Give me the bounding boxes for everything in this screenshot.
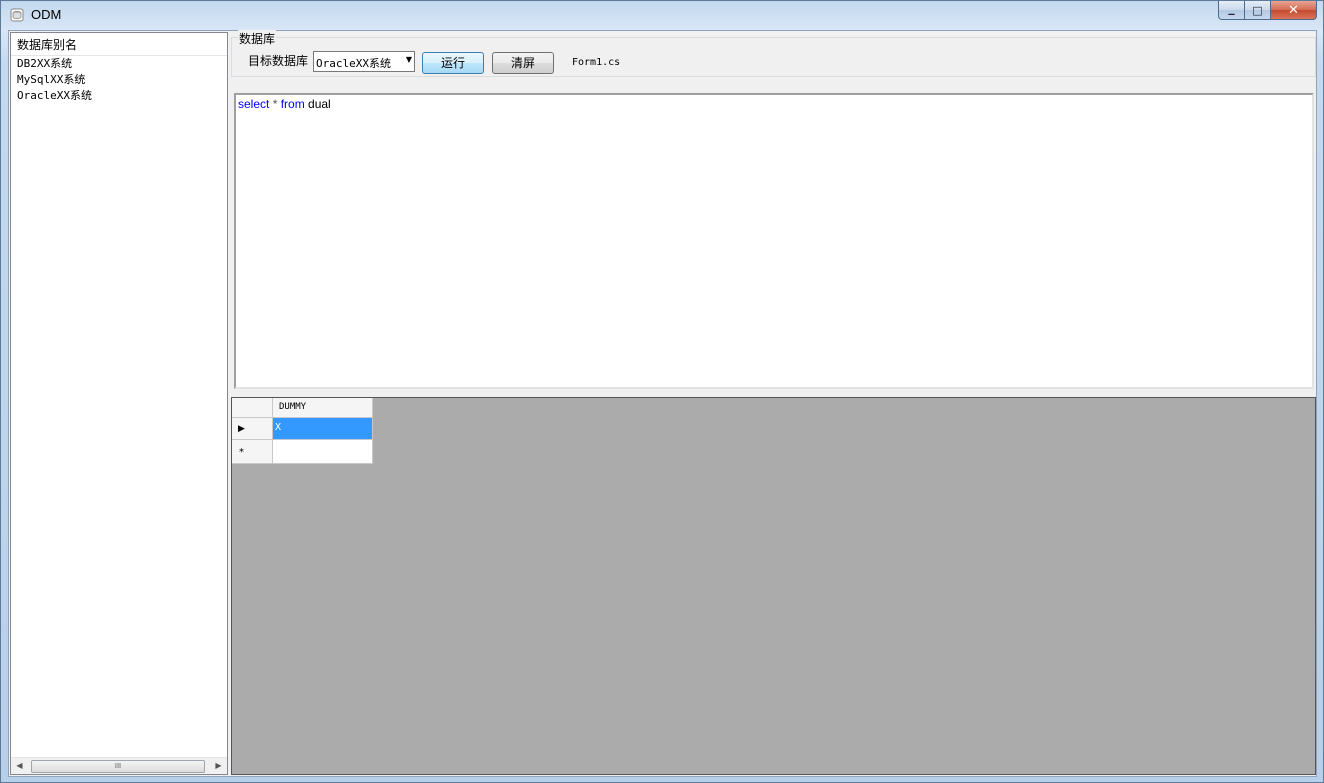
close-icon: ✕ [1288,2,1299,18]
grid-cell[interactable]: X [273,418,373,440]
database-alias-list[interactable]: 数据库别名 DB2XX系统 MySqlXX系统 OracleXX系统 ◀ III… [10,32,228,775]
minimize-icon: ▁ [1228,5,1235,15]
list-item-db2[interactable]: DB2XX系统 [11,56,227,72]
caption-buttons: ▁ □ ✕ [1218,1,1317,21]
current-row-icon[interactable]: ▶ [232,418,273,440]
list-column-header[interactable]: 数据库别名 [11,33,227,56]
app-window: ODM ▁ □ ✕ 数据库别名 DB2XX系统 MySqlXX系统 Oracle… [0,0,1324,783]
list-item-mysql[interactable]: MySqlXX系统 [11,72,227,88]
client-area: 数据库别名 DB2XX系统 MySqlXX系统 OracleXX系统 ◀ III… [8,30,1317,777]
maximize-button[interactable]: □ [1245,1,1271,20]
database-app-icon [10,8,24,22]
minimize-button[interactable]: ▁ [1218,1,1245,20]
grid-column-header[interactable]: DUMMY [273,398,373,418]
sql-keyword: from [280,97,305,111]
grid-corner[interactable] [232,398,273,418]
scrollbar-thumb[interactable]: III [31,760,205,773]
target-database-select[interactable]: OracleXX系统 ▼ [313,51,415,72]
scroll-right-icon[interactable]: ▶ [210,758,227,774]
sql-operator: * [269,97,281,111]
maximize-icon: □ [1252,3,1263,17]
combo-value: OracleXX系统 [316,57,391,70]
list-item-oracle[interactable]: OracleXX系统 [11,88,227,104]
close-button[interactable]: ✕ [1271,1,1317,20]
title-bar[interactable]: ODM ▁ □ ✕ [1,1,1323,29]
chevron-down-icon[interactable]: ▼ [406,55,412,64]
group-label: 数据库 [238,30,277,47]
form-file-label: Form1.cs [572,57,621,68]
results-grid[interactable]: DUMMY ▶ X * [231,397,1316,775]
scroll-left-icon[interactable]: ◀ [11,758,28,774]
sql-keyword: select [238,97,270,111]
new-row-icon[interactable]: * [232,440,273,464]
sql-editor[interactable]: select * from dual [234,93,1314,389]
grid-new-row-cell[interactable] [273,440,373,464]
clear-screen-button[interactable]: 清屏 [492,52,554,74]
horizontal-scrollbar[interactable]: ◀ III ▶ [11,757,227,774]
run-button[interactable]: 运行 [422,52,484,74]
sql-identifier: dual [304,97,331,111]
window-title: ODM [31,7,62,22]
target-database-label: 目标数据库 [248,54,309,68]
